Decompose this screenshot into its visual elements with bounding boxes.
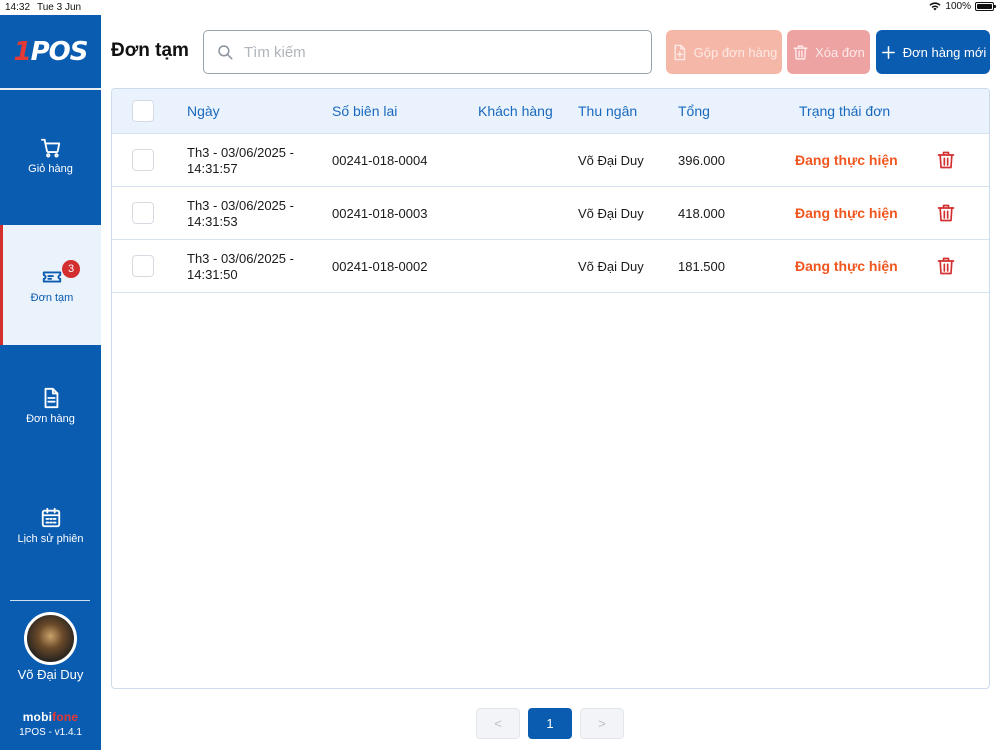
sidebar-item-label: Lịch sử phiên: [17, 533, 84, 545]
select-all-checkbox[interactable]: [132, 100, 154, 122]
sidebar: 1POS Giỏ hàng Đơn tạm 3 Đơn hàng Lịch sử…: [0, 15, 101, 750]
document-icon: [44, 387, 58, 409]
app-logo: 1POS: [0, 15, 101, 88]
status-bar: 14:32 Tue 3 Jun 100%: [0, 0, 1000, 14]
row-status: Đang thực hiện: [795, 205, 898, 221]
row-receipt: 00241-018-0003: [332, 206, 428, 221]
table-row[interactable]: Th3 - 03/06/2025 - 14:31:53 00241-018-00…: [112, 187, 989, 240]
column-header-cashier[interactable]: Thu ngân: [578, 103, 637, 119]
sidebar-item-label: Đơn hàng: [26, 413, 75, 425]
status-right: 100%: [929, 1, 996, 12]
plus-icon: [881, 45, 895, 59]
delete-orders-label: Xóa đơn: [815, 44, 865, 60]
pagination-next-button[interactable]: >: [580, 708, 624, 739]
column-header-total[interactable]: Tổng: [678, 103, 710, 119]
table-header: Ngày Số biên lai Khách hàng Thu ngân Tổn…: [112, 89, 989, 134]
avatar[interactable]: [24, 612, 77, 665]
sidebar-item-orders[interactable]: Đơn hàng: [0, 347, 101, 465]
user-name: Võ Đại Duy: [17, 667, 84, 682]
brand-fone: fone: [52, 710, 79, 724]
merge-orders-label: Gộp đơn hàng: [693, 44, 778, 60]
row-date-line1: Th3 - 03/06/2025 -: [187, 198, 294, 213]
cart-icon: [40, 138, 60, 158]
trash-icon[interactable]: [936, 256, 956, 276]
ticket-icon: [42, 271, 62, 283]
draft-count-badge: 3: [62, 260, 80, 278]
brand-logo: mobifone: [0, 710, 101, 724]
trash-icon: [793, 44, 808, 60]
battery-percent: 100%: [945, 1, 971, 12]
logo-one: 1: [13, 36, 32, 67]
page-title: Đơn tạm: [111, 40, 189, 61]
column-header-customer[interactable]: Khách hàng: [478, 103, 553, 119]
row-date-line2: 14:31:50: [187, 267, 238, 282]
delete-orders-button[interactable]: Xóa đơn: [787, 30, 870, 74]
row-cashier: Võ Đại Duy: [578, 153, 644, 168]
trash-icon[interactable]: [936, 203, 956, 223]
search-box[interactable]: [203, 30, 652, 74]
row-date: Th3 - 03/06/2025 - 14:31:50: [187, 251, 294, 283]
calendar-icon: [41, 507, 60, 528]
sidebar-item-label: Giỏ hàng: [28, 163, 73, 175]
row-receipt: 00241-018-0002: [332, 259, 428, 274]
row-date-line2: 14:31:53: [187, 214, 238, 229]
new-order-button[interactable]: Đơn hàng mới: [876, 30, 990, 74]
row-total: 418.000: [678, 206, 725, 221]
logo-rest: POS: [30, 36, 89, 67]
pagination-prev-button[interactable]: <: [476, 708, 520, 739]
table-row[interactable]: Th3 - 03/06/2025 - 14:31:57 00241-018-00…: [112, 134, 989, 187]
sidebar-divider-top: [0, 88, 101, 90]
trash-icon[interactable]: [936, 150, 956, 170]
merge-orders-button[interactable]: Gộp đơn hàng: [666, 30, 782, 74]
row-total: 181.500: [678, 259, 725, 274]
row-checkbox[interactable]: [132, 202, 154, 224]
sidebar-divider-bottom: [10, 600, 90, 601]
row-status: Đang thực hiện: [795, 258, 898, 274]
row-date-line1: Th3 - 03/06/2025 -: [187, 251, 294, 266]
row-cashier: Võ Đại Duy: [578, 259, 644, 274]
status-time: 14:32: [5, 2, 31, 13]
row-cashier: Võ Đại Duy: [578, 206, 644, 221]
sidebar-item-cart[interactable]: Giỏ hàng: [0, 97, 101, 215]
column-header-status[interactable]: Trạng thái đơn: [799, 103, 890, 119]
wifi-icon: [929, 2, 941, 11]
row-total: 396.000: [678, 153, 725, 168]
column-header-date[interactable]: Ngày: [187, 103, 220, 119]
app-version: 1POS - v1.4.1: [19, 727, 82, 738]
row-status: Đang thực hiện: [795, 152, 898, 168]
table-row[interactable]: Th3 - 03/06/2025 - 14:31:50 00241-018-00…: [112, 240, 989, 293]
draft-orders-table: Ngày Số biên lai Khách hàng Thu ngân Tổn…: [111, 88, 990, 689]
row-checkbox[interactable]: [132, 149, 154, 171]
sidebar-item-draft-orders[interactable]: Đơn tạm 3: [0, 225, 101, 345]
column-header-receipt[interactable]: Số biên lai: [332, 103, 397, 119]
search-icon: [218, 45, 233, 60]
file-plus-icon: [674, 44, 685, 60]
row-date: Th3 - 03/06/2025 - 14:31:57: [187, 145, 294, 177]
sidebar-item-session-history[interactable]: Lịch sử phiên: [0, 467, 101, 585]
battery-icon: [975, 2, 996, 11]
new-order-label: Đơn hàng mới: [902, 44, 987, 60]
status-date: Tue 3 Jun: [37, 2, 82, 13]
row-date-line2: 14:31:57: [187, 161, 238, 176]
brand-mobi: mobi: [22, 710, 53, 724]
row-checkbox[interactable]: [132, 255, 154, 277]
row-date-line1: Th3 - 03/06/2025 -: [187, 145, 294, 160]
row-receipt: 00241-018-0004: [332, 153, 428, 168]
row-date: Th3 - 03/06/2025 - 14:31:53: [187, 198, 294, 230]
sidebar-item-label: Đơn tạm: [30, 292, 74, 304]
pagination-page-current[interactable]: 1: [528, 708, 572, 739]
search-input[interactable]: [244, 43, 644, 61]
